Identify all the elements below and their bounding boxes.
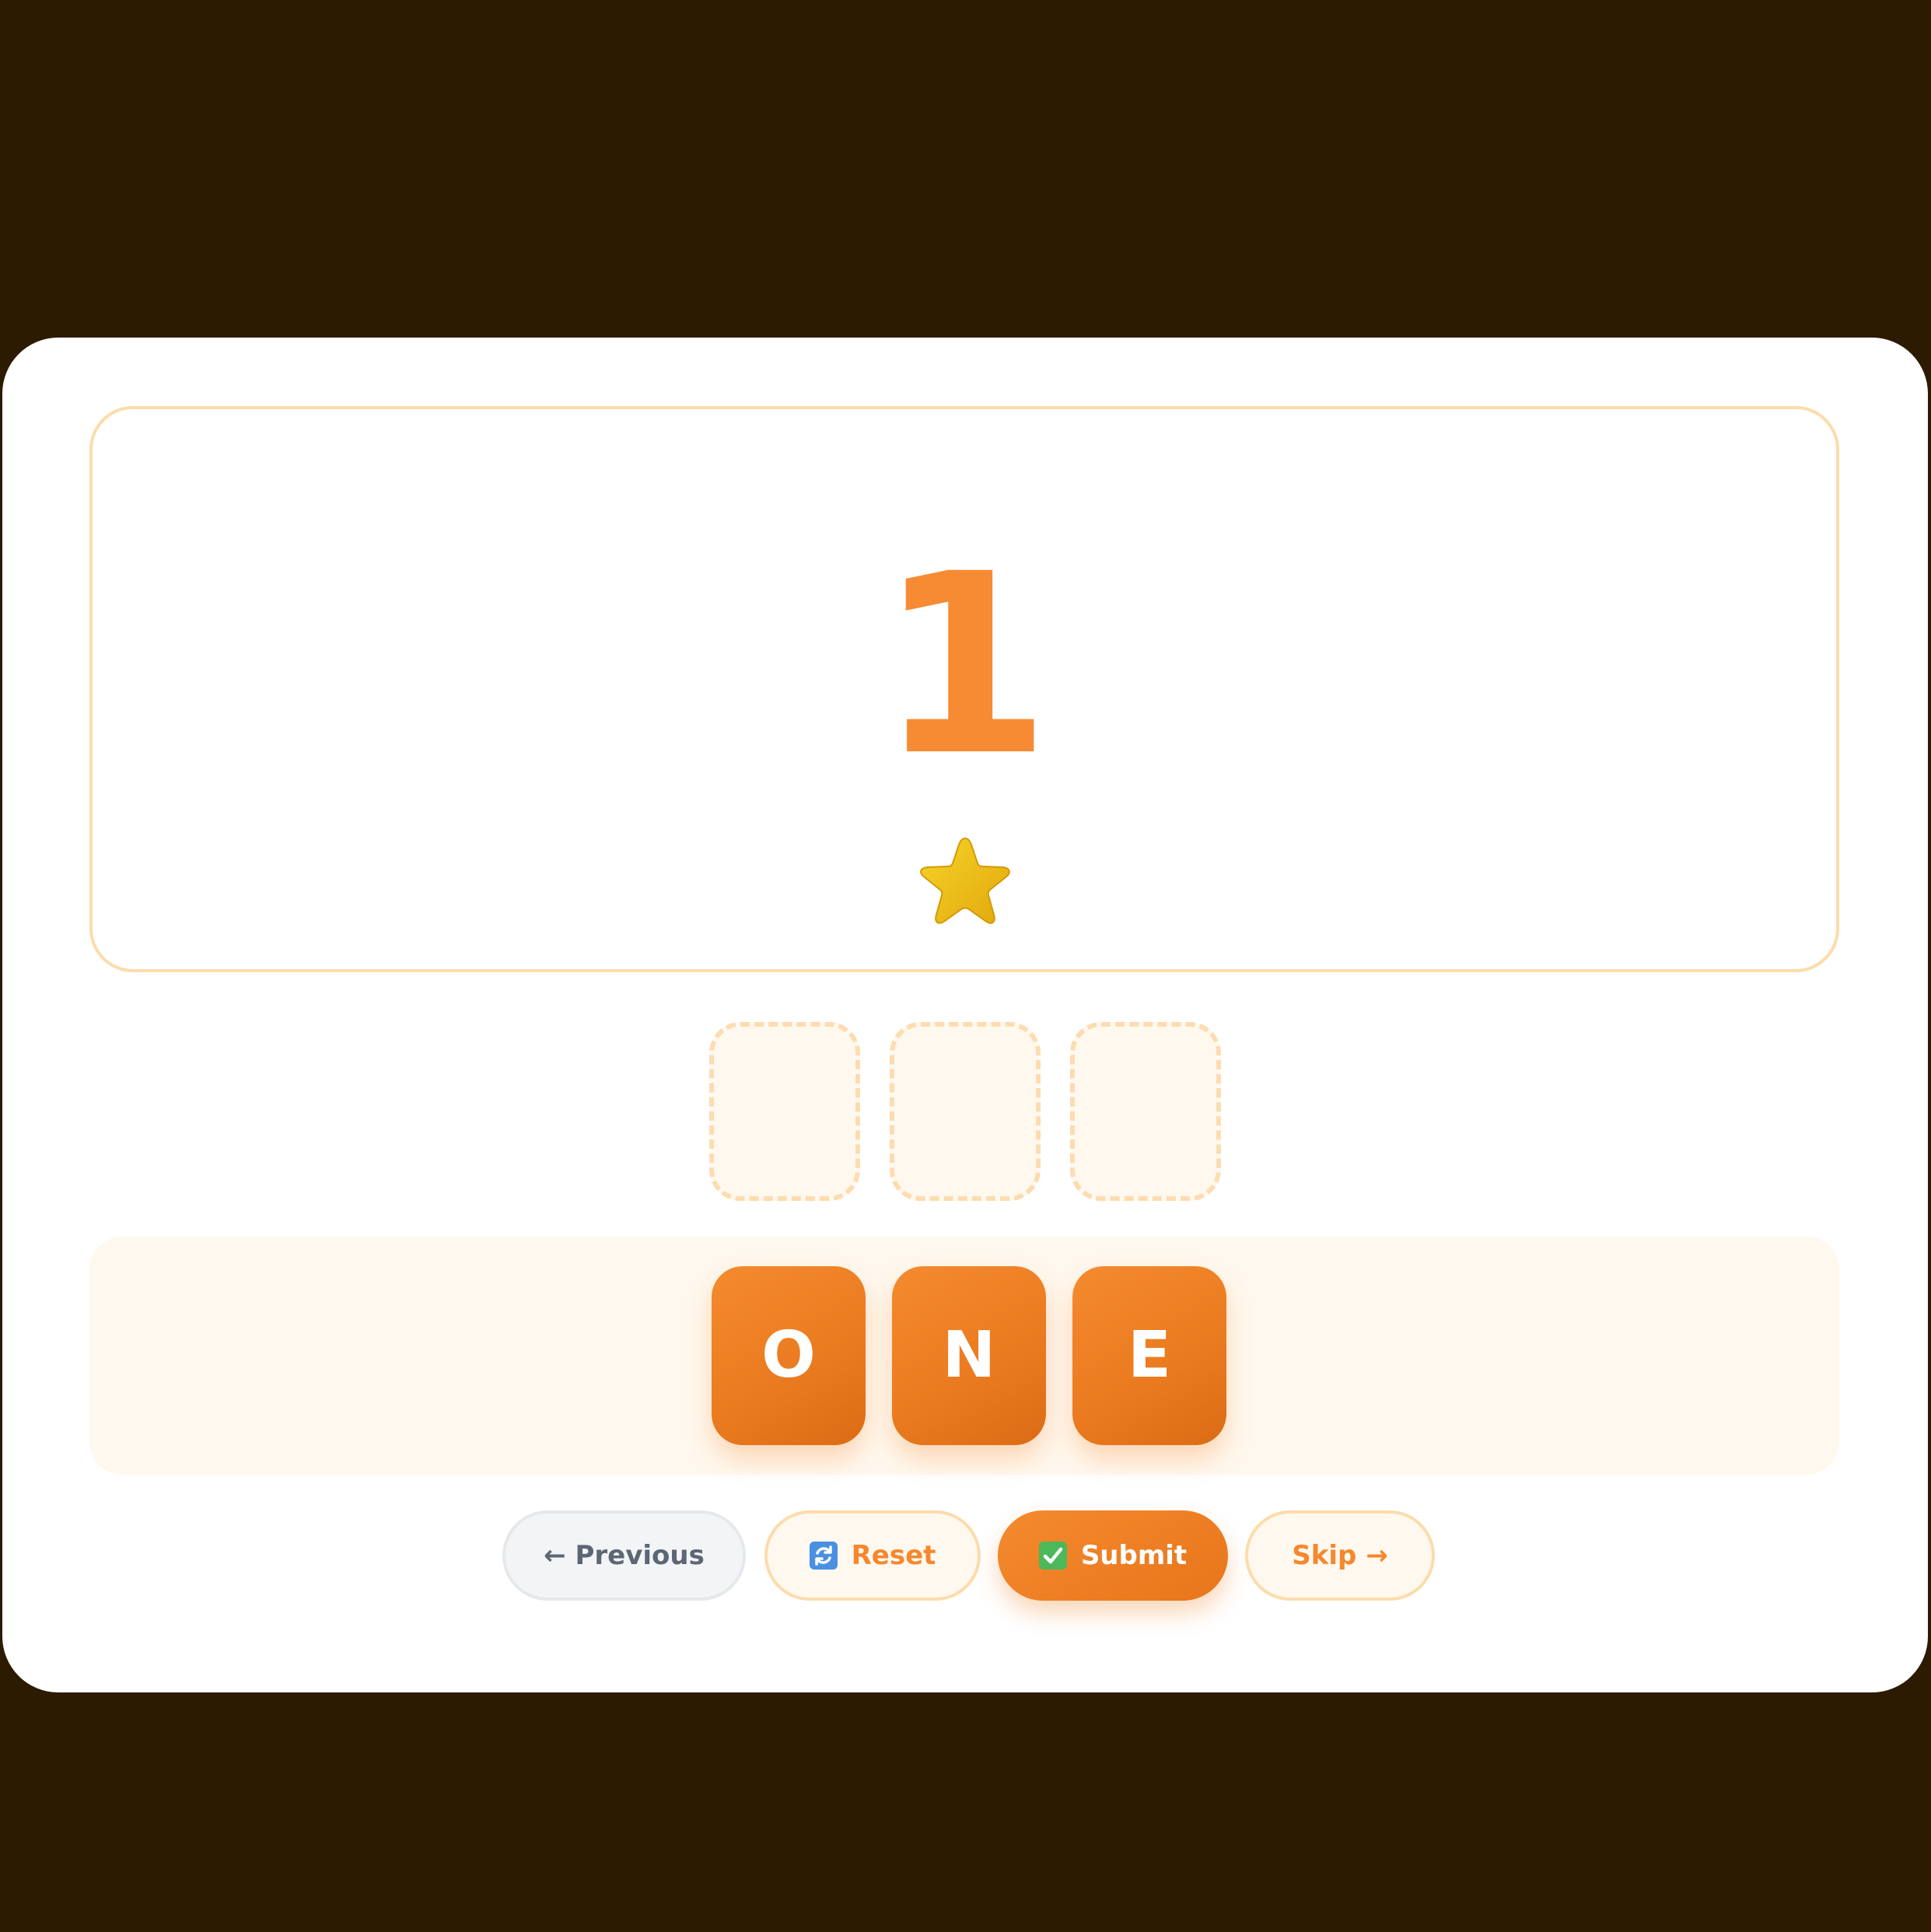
submit-label: Submit bbox=[1080, 1540, 1188, 1571]
prompt-number: 1 bbox=[877, 521, 1051, 810]
skip-label: Skip → bbox=[1292, 1540, 1388, 1571]
letter-tile-e[interactable]: E bbox=[1072, 1266, 1226, 1445]
previous-label: ← Previous bbox=[544, 1540, 705, 1571]
previous-button[interactable]: ← Previous bbox=[502, 1510, 746, 1601]
letter-tile-o[interactable]: O bbox=[712, 1266, 866, 1445]
checkmark-icon bbox=[1038, 1542, 1067, 1570]
reset-button[interactable]: Reset bbox=[764, 1510, 981, 1601]
letter-tray: O N E bbox=[89, 1237, 1839, 1475]
skip-button[interactable]: Skip → bbox=[1245, 1510, 1435, 1601]
prompt-box: 1 bbox=[89, 406, 1839, 972]
star-icon bbox=[920, 837, 1010, 924]
game-card: 1 O N E ← Previous Reset Submit Skip → bbox=[2, 338, 1928, 1692]
answer-slot[interactable] bbox=[709, 1022, 860, 1201]
reset-label: Reset bbox=[851, 1540, 936, 1571]
answer-slot[interactable] bbox=[890, 1022, 1041, 1201]
answer-slot[interactable] bbox=[1070, 1022, 1221, 1201]
submit-button[interactable]: Submit bbox=[998, 1510, 1228, 1601]
answer-slots bbox=[709, 1022, 1226, 1202]
letter-tile-n[interactable]: N bbox=[892, 1266, 1046, 1445]
reset-icon bbox=[809, 1542, 838, 1570]
